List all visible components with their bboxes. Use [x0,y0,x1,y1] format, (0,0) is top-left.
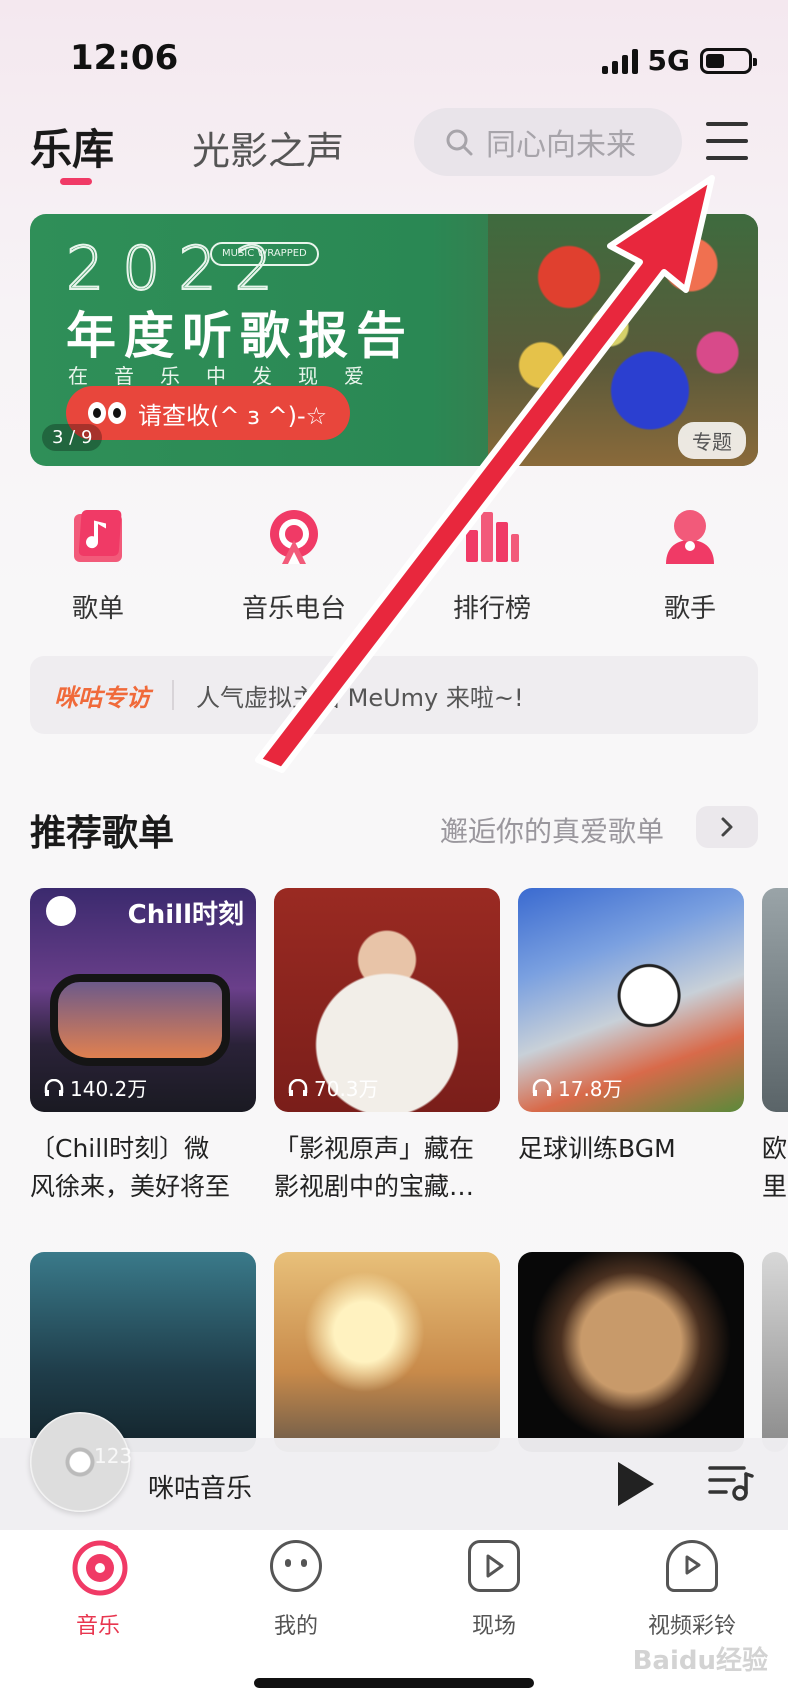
cover-label: Chill时刻 [127,900,244,930]
eyes-icon [88,402,126,424]
network-type: 5G [647,44,690,77]
menu-icon[interactable] [706,122,748,160]
playlist-title: 欧 里 [762,1130,788,1206]
shortcut-label: 音乐电台 [241,594,346,624]
play-count-value: 70.3万 [314,1077,379,1101]
music-logo-icon [46,896,76,926]
radio-icon [264,506,324,566]
shortcut-singer[interactable]: 歌手 [620,506,760,625]
play-icon[interactable] [618,1462,654,1506]
search-placeholder: 同心向未来 [486,128,636,163]
status-icons: 5G [601,44,757,77]
banner-title: 年度听歌报告 [66,307,414,365]
notice-tag: 咪咕专访 [54,683,150,712]
active-tab-indicator [60,178,92,185]
playlist-title-line: 里 [762,1172,788,1201]
section-more-button[interactable] [696,806,758,848]
banner-carousel[interactable]: 2022 MUSIC WRAPPED 年度听歌报告 在音乐中发现爱 请查收(^ … [30,214,758,466]
play-count: 17.8万 [532,1073,623,1102]
shortcut-label: 排行榜 [452,594,531,624]
playlist-card[interactable]: Chill时刻 140.2万 〔Chill时刻〕微 风徐来，美好将至 [30,888,256,1206]
banner-badge: MUSIC WRAPPED [210,242,319,266]
section-title: 推荐歌单 [30,813,175,854]
battery-icon [700,47,757,74]
player-title: 咪咕音乐 [148,1474,253,1504]
profile-face-icon [270,1540,322,1592]
playlist-card-cover[interactable] [274,1252,500,1452]
disc-overlay-text: 123 [94,1444,133,1468]
play-count: 140.2万 [44,1073,147,1102]
shortcut-label: 歌单 [71,594,124,624]
nav-video-ringtone[interactable]: 视频彩铃 [612,1540,772,1640]
live-play-icon [468,1540,520,1592]
headphones-icon [44,1078,64,1096]
playlist-queue-icon[interactable] [708,1462,754,1502]
banner-topic-tag: 专题 [678,422,746,459]
playlist-icon [68,506,128,566]
tab-light-and-shadow[interactable]: 光影之声 [192,120,344,175]
playlist-card-cover[interactable] [762,1252,788,1452]
playlist-title: 〔Chill时刻〕微 风徐来，美好将至 [30,1130,256,1206]
nav-label: 视频彩铃 [647,1614,736,1639]
banner-cta-label: 请查收(^ з ^)-☆ [138,401,328,430]
tab-library[interactable]: 乐库 [30,116,114,177]
video-bell-icon [666,1540,718,1592]
playlist-title: 「影视原声」藏在 影视剧中的宝藏… [274,1130,500,1206]
signal-icon [601,48,638,74]
shortcut-radio[interactable]: 音乐电台 [224,506,364,625]
playlist-card-cover[interactable] [518,1252,744,1452]
search-input[interactable]: 同心向未来 [414,108,682,176]
music-disc-icon [72,1540,128,1596]
nav-music[interactable]: 音乐 [18,1540,178,1640]
watermark: Baidu经验 [632,1646,768,1676]
shortcut-playlist[interactable]: 歌单 [28,506,168,625]
playlist-title-line: 欧 [762,1134,788,1163]
playlist-title-line: 「影视原声」藏在 [274,1134,475,1163]
chart-bars-icon [462,506,522,566]
banner-subtitle: 在音乐中发现爱 [68,364,390,388]
search-icon [446,129,473,156]
playlist-title: 足球训练BGM [518,1130,744,1168]
playlist-card[interactable]: 欧 里 [762,888,788,1206]
section-subtitle[interactable]: 邂逅你的真爱歌单 [440,810,664,850]
nav-label: 现场 [471,1614,516,1639]
home-indicator [254,1678,534,1688]
play-count-value: 17.8万 [558,1077,623,1101]
playlist-title-line: 风徐来，美好将至 [30,1172,231,1201]
playlist-cover [762,888,788,1112]
playlist-title-line: 〔Chill时刻〕微 [30,1134,210,1163]
playlist-title-line: 影视剧中的宝藏… [274,1172,475,1201]
playlist-title-line: 足球训练BGM [518,1134,676,1163]
nav-mine[interactable]: 我的 [216,1540,376,1640]
nav-label: 音乐 [75,1614,120,1639]
playlist-card[interactable]: 70.3万 「影视原声」藏在 影视剧中的宝藏… [274,888,500,1206]
notice-divider [172,680,174,710]
playlist-cover: Chill时刻 140.2万 [30,888,256,1112]
nav-live[interactable]: 现场 [414,1540,574,1640]
playlist-cover: 70.3万 [274,888,500,1112]
singer-icon [660,506,720,566]
headphones-icon [532,1078,552,1096]
banner-cta-button[interactable]: 请查收(^ з ^)-☆ [66,386,350,440]
shortcut-label: 歌手 [663,594,716,624]
status-time: 12:06 [70,38,179,78]
notice-bar[interactable]: 咪咕专访 人气虚拟主播 MeUmy 来啦~! [30,656,758,734]
car-mirror-image [50,974,230,1066]
play-count: 70.3万 [288,1073,379,1102]
nav-label: 我的 [273,1614,318,1639]
notice-text: 人气虚拟主播 MeUmy 来啦~! [196,683,524,712]
headphones-icon [288,1078,308,1096]
playlist-cover: 17.8万 [518,888,744,1112]
chevron-right-icon [721,817,733,837]
play-count-value: 140.2万 [70,1077,148,1101]
shortcut-charts[interactable]: 排行榜 [422,506,562,625]
playlist-card[interactable]: 17.8万 足球训练BGM [518,888,744,1168]
banner-page-indicator: 3 / 9 [42,424,103,451]
